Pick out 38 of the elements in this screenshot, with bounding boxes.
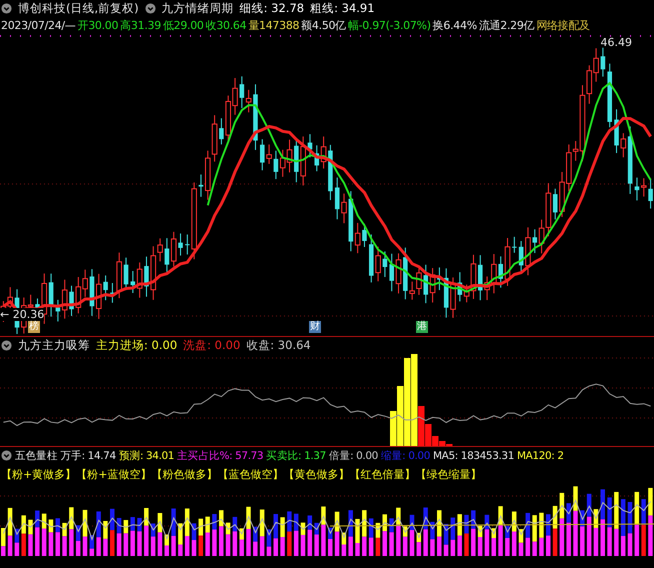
indicator-reading: 主力进场: 0.00: [96, 338, 178, 353]
indicator-reading: 细线: 32.78: [240, 1, 304, 16]
indicator-reading: 买卖比: 1.37: [266, 448, 326, 462]
indicator-reading: 缩量: 0.00: [380, 448, 430, 462]
stock-title: 博创科技(日线,前复权): [18, 1, 139, 16]
quote-value: 换6.44%: [432, 18, 477, 33]
indicator-reading: 收盘: 30.64: [246, 338, 311, 353]
chevron-icon[interactable]: [1, 3, 12, 14]
indicator-reading: MA120: 2: [516, 450, 564, 462]
quote-value: 收30.64: [206, 18, 246, 33]
quote-value: 额4.50亿: [301, 18, 346, 33]
panel-title: 九方主力吸筹: [18, 338, 90, 353]
indicator-reading: 预测: 34.01: [118, 448, 174, 462]
event-badge[interactable]: 榜: [28, 321, 40, 333]
quote-value: 幅-0.97(-3.07%): [348, 18, 431, 33]
quote-value: 开30.00: [78, 18, 118, 33]
quote-value: 量147388: [248, 18, 300, 33]
chevron-icon[interactable]: [1, 340, 12, 351]
quote-value: 低29.00: [162, 18, 204, 33]
indicator-reading: 粗线: 34.91: [310, 1, 375, 16]
quote-date: 2023/07/24/—: [1, 19, 76, 32]
color-legend: 【粉+黄做多】【粉+蓝做空】【粉色做多】【蓝色做空】【黄色做多】【红色倍量】【绿色缩量】: [1, 466, 482, 482]
chevron-icon[interactable]: [144, 3, 156, 14]
event-badge[interactable]: 财: [309, 321, 321, 333]
event-badge[interactable]: 港: [416, 321, 428, 333]
price-high-label: 46.49: [600, 36, 632, 49]
quote-value: 网络接配及: [536, 18, 590, 33]
indicator-reading: MA5: 183453.31: [433, 450, 514, 462]
price-low-label: ← 20.36: [0, 308, 44, 321]
indicator-reading: 洗盘: 0.00: [183, 338, 240, 353]
indicator-reading: 万手: 14.74: [60, 448, 116, 462]
panel-title: 五色量柱: [15, 448, 58, 462]
quote-value: 流通2.29亿: [478, 18, 534, 33]
indicator-name: 九方情绪周期: [162, 1, 234, 16]
indicator-reading: 主买占比%: 57.73: [177, 448, 264, 462]
quote-value: 高31.39: [120, 18, 161, 33]
chevron-icon[interactable]: [1, 450, 12, 461]
indicator-reading: 倍量: 0.00: [328, 448, 378, 462]
